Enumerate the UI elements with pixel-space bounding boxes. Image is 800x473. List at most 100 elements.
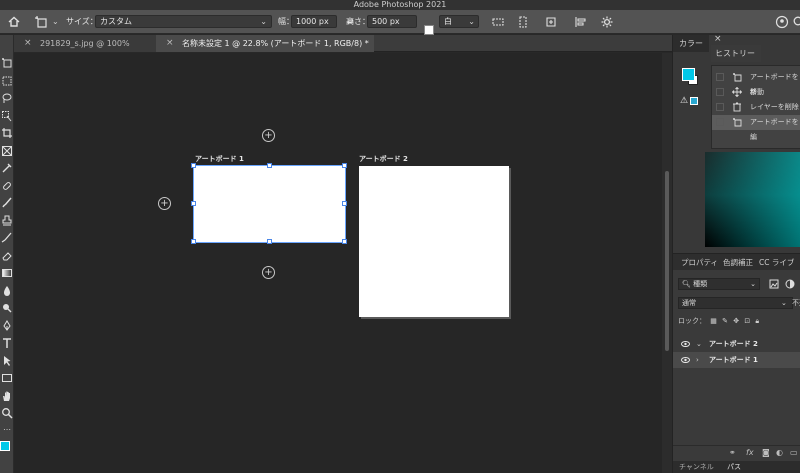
foreground-color-swatch[interactable] <box>0 441 10 451</box>
crop-tool-icon[interactable] <box>1 127 13 139</box>
new-group-icon[interactable]: ▭ <box>790 448 798 457</box>
eraser-tool-icon[interactable] <box>1 250 13 262</box>
lock-artboard-icon[interactable]: ⊡ <box>744 317 750 325</box>
expand-chevron-icon[interactable]: ⌄ <box>696 336 702 352</box>
artboard-1[interactable] <box>191 163 347 244</box>
blend-mode-select[interactable]: 通常 ⌄ 不透明 <box>678 297 800 309</box>
clone-stamp-tool-icon[interactable] <box>1 215 13 227</box>
layer-row-artboard-2[interactable]: ⌄ アートボード 2 <box>673 336 800 352</box>
resize-handle[interactable] <box>191 239 196 244</box>
more-tools-icon[interactable]: ⋯ <box>3 425 11 434</box>
rectangle-tool-icon[interactable] <box>1 372 13 384</box>
lock-position-icon[interactable]: ✥ <box>733 317 739 325</box>
tab-color[interactable]: カラー <box>673 35 709 52</box>
path-selection-tool-icon[interactable] <box>1 355 13 367</box>
lock-image-icon[interactable]: ✎ <box>722 317 728 325</box>
artboard-2[interactable] <box>359 166 509 317</box>
collapse-chevron-icon[interactable]: › <box>696 352 699 368</box>
snapshot-checkbox[interactable] <box>716 88 724 96</box>
color-picker-field[interactable] <box>705 152 800 247</box>
blur-tool-icon[interactable] <box>1 285 13 297</box>
resize-handle[interactable] <box>342 163 347 168</box>
opacity-label: 不透明 <box>792 299 800 307</box>
document-canvas[interactable]: アートボード 1 アートボード 2 + + + <box>14 53 662 473</box>
type-tool-icon[interactable] <box>1 337 13 349</box>
portrait-orientation-icon[interactable] <box>516 15 530 29</box>
settings-gear-icon[interactable] <box>600 15 614 29</box>
size-select[interactable]: カスタム ⌄ <box>95 15 272 28</box>
resize-handle[interactable] <box>191 201 196 206</box>
add-artboard-bottom-button[interactable]: + <box>262 266 275 279</box>
tab-properties[interactable]: プロパティ <box>681 254 718 271</box>
resize-handle[interactable] <box>342 239 347 244</box>
add-artboard-top-button[interactable]: + <box>262 129 275 142</box>
history-item[interactable]: 移動 <box>712 85 800 100</box>
close-tab-icon[interactable]: × <box>24 35 32 52</box>
height-input[interactable]: 500 px <box>367 15 417 28</box>
scrollbar-thumb[interactable] <box>665 171 669 351</box>
home-icon[interactable] <box>7 15 21 29</box>
link-layers-icon[interactable]: ⚭ <box>729 448 736 457</box>
tab-cc-libraries[interactable]: CC ライブ <box>759 254 794 271</box>
history-item[interactable]: アートボードを編 <box>712 115 800 141</box>
foreground-color-swatch[interactable] <box>682 68 695 81</box>
add-artboard-icon[interactable] <box>544 15 558 29</box>
frame-tool-icon[interactable] <box>1 145 13 157</box>
zoom-tool-icon[interactable] <box>1 407 13 419</box>
artboard-tool-preset-icon[interactable] <box>34 15 48 29</box>
visibility-eye-icon[interactable] <box>681 357 690 363</box>
user-account-icon[interactable] <box>775 15 789 29</box>
landscape-orientation-icon[interactable] <box>491 15 505 29</box>
new-adjustment-icon[interactable]: ◐ <box>776 448 783 457</box>
tab-history[interactable]: ヒストリー <box>711 45 761 62</box>
artboard-tool-icon[interactable] <box>1 57 13 69</box>
tab-document-2[interactable]: × 名称未設定 1 @ 22.8% (アートボード 1, RGB/8) * <box>156 35 374 52</box>
brush-tool-icon[interactable] <box>1 197 13 209</box>
lasso-tool-icon[interactable] <box>1 92 13 104</box>
tab-channels[interactable]: チャンネル <box>679 461 714 473</box>
resize-handle[interactable] <box>342 201 347 206</box>
artboard-1-label[interactable]: アートボード 1 <box>195 154 244 164</box>
layer-row-artboard-1[interactable]: › アートボード 1 <box>673 352 800 368</box>
history-item[interactable]: レイヤーを削除 <box>712 100 800 115</box>
dodge-tool-icon[interactable] <box>1 302 13 314</box>
preset-chevron-icon[interactable]: ⌄ <box>52 16 59 28</box>
eyedropper-tool-icon[interactable] <box>1 162 13 174</box>
add-mask-icon[interactable]: ◙ <box>762 448 770 457</box>
close-panel-icon[interactable]: × <box>714 34 722 44</box>
layer-style-fx-icon[interactable]: fx <box>746 448 754 457</box>
snapshot-checkbox[interactable] <box>716 103 724 111</box>
filter-adjustment-icon[interactable] <box>785 279 795 289</box>
resize-handle[interactable] <box>267 163 272 168</box>
resize-handle[interactable] <box>191 163 196 168</box>
pen-tool-icon[interactable] <box>1 320 13 332</box>
object-selection-tool-icon[interactable] <box>1 110 13 122</box>
add-artboard-left-button[interactable]: + <box>158 197 171 210</box>
lock-transparent-icon[interactable]: ▦ <box>710 317 717 325</box>
resize-handle[interactable] <box>267 239 272 244</box>
snapshot-checkbox[interactable] <box>716 73 724 81</box>
close-tab-icon[interactable]: × <box>166 35 174 52</box>
visibility-eye-icon[interactable] <box>681 341 690 347</box>
width-input[interactable]: 1000 px <box>291 15 337 28</box>
canvas-vertical-scrollbar[interactable] <box>662 53 672 473</box>
artboard-2-label[interactable]: アートボード 2 <box>359 154 408 164</box>
tab-paths[interactable]: パス <box>727 461 741 473</box>
color-swatch[interactable] <box>424 25 434 35</box>
lock-all-icon[interactable]: 🔒︎ <box>755 317 759 325</box>
align-icon[interactable] <box>574 15 588 29</box>
search-icon[interactable] <box>792 15 800 29</box>
gradient-tool-icon[interactable] <box>1 267 13 279</box>
layer-filter-select[interactable]: 🔍︎ 種類 ⌄ <box>678 278 760 290</box>
tab-adjustments[interactable]: 色調補正 <box>723 254 753 271</box>
history-brush-tool-icon[interactable] <box>1 232 13 244</box>
hand-tool-icon[interactable] <box>1 390 13 402</box>
snapshot-checkbox[interactable] <box>716 118 724 126</box>
filter-image-icon[interactable] <box>769 279 779 289</box>
tab-document-1[interactable]: × 291829_s.jpg @ 100% (RGB/8#) <box>14 35 164 65</box>
marquee-tool-icon[interactable] <box>1 75 13 87</box>
history-item[interactable]: アートボードを新 <box>712 70 800 96</box>
color-select[interactable]: 白 ⌄ <box>439 15 479 28</box>
healing-brush-tool-icon[interactable] <box>1 180 13 192</box>
web-safe-color-swatch[interactable] <box>690 97 698 105</box>
